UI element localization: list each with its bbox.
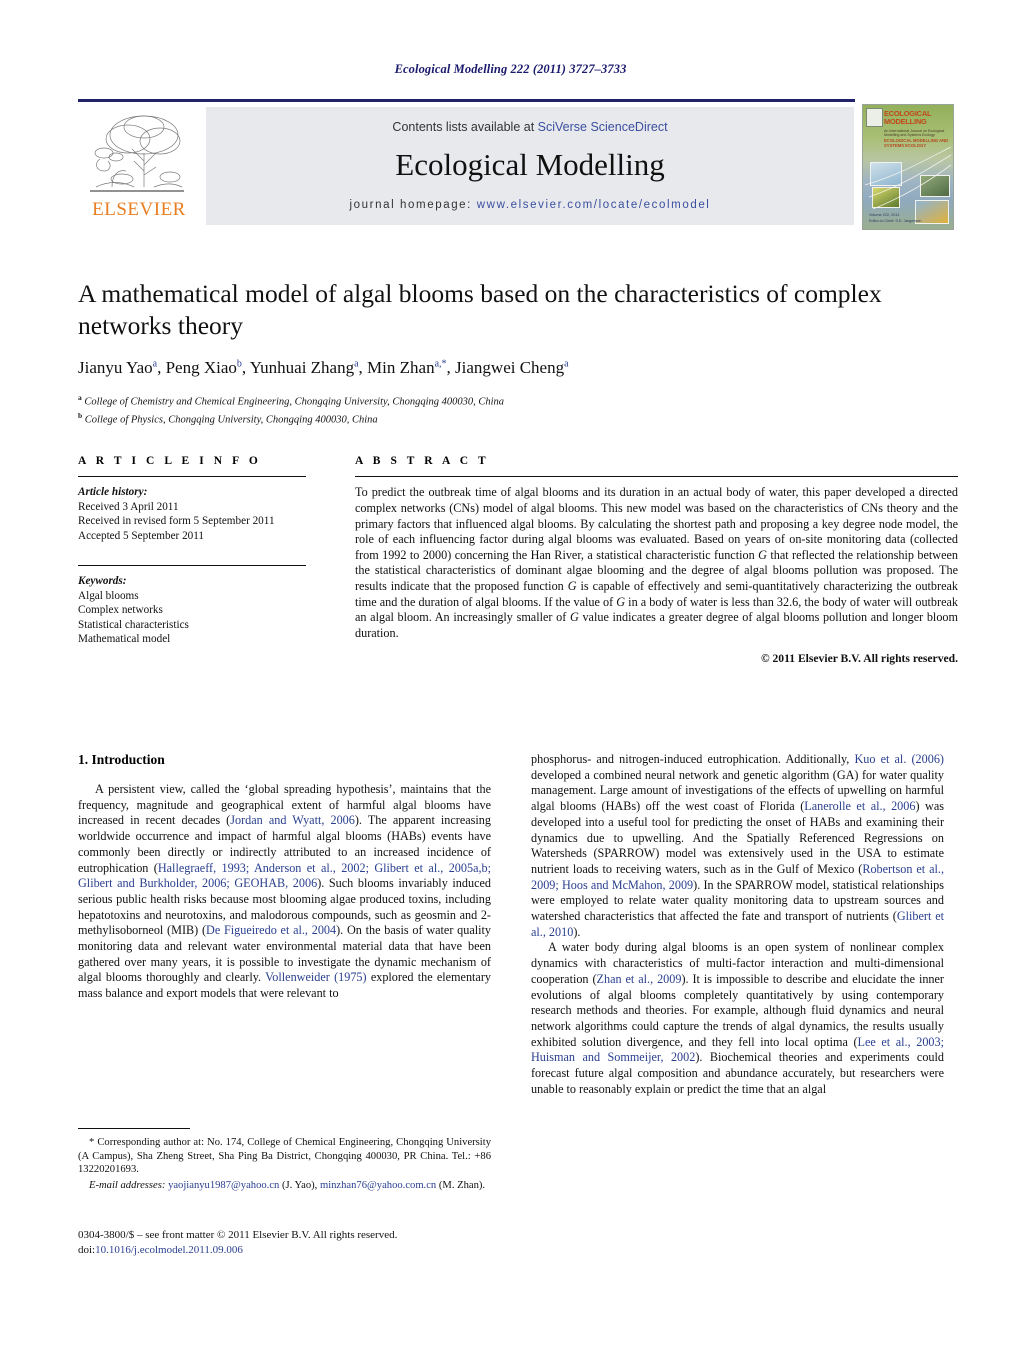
author-affil-mark: a (564, 358, 569, 370)
journal-banner: Contents lists available at SciVerse Sci… (206, 107, 854, 225)
author-entry[interactable]: Jianyu Yaoa (78, 358, 157, 377)
author-name: Min Zhan (367, 358, 435, 377)
citation-link[interactable]: De Figueiredo et al., 2004 (206, 923, 336, 937)
author-affil-mark: b (236, 358, 242, 370)
email-link-2[interactable]: minzhan76@yahoo.com.cn (320, 1180, 436, 1191)
masthead-top-rule (78, 99, 855, 102)
journal-homepage-line: journal homepage: www.elsevier.com/locat… (206, 199, 854, 211)
history-item: Accepted 5 September 2011 (78, 529, 205, 542)
keywords-divider (78, 565, 306, 567)
affiliation-text: College of Chemistry and Chemical Engine… (84, 396, 505, 408)
keywords-group: Keywords: Algal blooms Complex networks … (78, 574, 306, 646)
abstract-symbol-g: G (616, 594, 626, 609)
abstract-copyright: © 2011 Elsevier B.V. All rights reserved… (760, 652, 958, 666)
body-column-right: phosphorus- and nitrogen-induced eutroph… (531, 752, 944, 1097)
cover-publisher-badge (866, 108, 883, 127)
homepage-prefix: journal homepage: (349, 199, 477, 211)
history-item: Received 3 April 2011 (78, 500, 179, 513)
article-history-label: Article history: (78, 486, 148, 499)
elsevier-wordmark: ELSEVIER (92, 199, 186, 220)
author-entry[interactable]: Min Zhana,* (367, 358, 446, 377)
page-title: A mathematical model of algal blooms bas… (78, 279, 882, 340)
affiliation-text: College of Physics, Chongqing University… (84, 414, 378, 426)
citation-link[interactable]: Lanerolle et al., 2006 (804, 799, 915, 813)
author-name: Jiangwei Cheng (455, 358, 565, 377)
sciencedirect-link[interactable]: SciVerse ScienceDirect (538, 120, 668, 134)
body-column-left: 1. Introduction A persistent view, calle… (78, 752, 491, 1002)
history-item: Received in revised form 5 September 201… (78, 515, 275, 528)
journal-title: Ecological Modelling (395, 147, 665, 182)
email-link-1[interactable]: yaojianyu1987@yahoo.cn (168, 1180, 279, 1191)
section-heading-introduction: 1. Introduction (78, 752, 165, 767)
citation-link[interactable]: Vollenweider (1975) (265, 970, 367, 984)
paragraph: A persistent view, called the ‘global sp… (78, 782, 491, 1002)
article-info-column: A R T I C L E I N F O Article history: R… (78, 455, 306, 646)
keyword-item: Mathematical model (78, 633, 171, 646)
citation-link[interactable]: Jordan and Wyatt, 2006 (230, 813, 355, 827)
author-affil-mark: a (152, 358, 158, 370)
affiliation-list: a College of Chemistry and Chemical Engi… (78, 391, 944, 427)
author-affil-mark: a,* (434, 358, 447, 370)
paragraph: A water body during algal blooms is an o… (531, 940, 944, 1097)
abstract-label: A B S T R A C T (355, 455, 490, 467)
footnote-rule (78, 1128, 190, 1130)
abstract-text: To predict the outbreak time of algal bl… (355, 485, 958, 641)
cover-subtitle: An International Journal on Ecological M… (884, 129, 945, 138)
journal-article-page: Ecological Modelling 222 (2011) 3727–373… (0, 0, 1021, 1351)
author-name: Yunhuai Zhang (249, 358, 355, 377)
abstract-symbol-g: G (567, 578, 577, 593)
doi-line: doi:10.1016/j.ecolmodel.2011.09.006 (78, 1243, 548, 1258)
cover-footer-line2: Editor-in-Chief: S.E. Jørgensen (869, 218, 922, 223)
doi-prefix: doi: (78, 1243, 96, 1256)
email-addresses-note: E-mail addresses: yaojianyu1987@yahoo.cn… (78, 1179, 491, 1192)
affiliation-mark: a (78, 393, 82, 402)
affiliation-item: b College of Physics, Chongqing Universi… (78, 409, 944, 427)
text-segment: ). (573, 924, 581, 939)
homepage-url-link[interactable]: www.elsevier.com/locate/ecolmodel (477, 199, 711, 211)
citation-link[interactable]: Kuo et al. (2006) (854, 752, 944, 766)
author-entry[interactable]: Peng Xiaob (166, 358, 242, 377)
running-head: Ecological Modelling 222 (2011) 3727–373… (394, 62, 627, 76)
corresponding-author-note: * Corresponding author at: No. 174, Coll… (78, 1137, 491, 1176)
contents-available-line: Contents lists available at SciVerse Sci… (206, 120, 854, 134)
journal-cover-thumbnail: ECOLOGICAL MODELLING An International Jo… (862, 104, 954, 230)
affiliation-item: a College of Chemistry and Chemical Engi… (78, 391, 944, 409)
paragraph: phosphorus- and nitrogen-induced eutroph… (531, 752, 944, 940)
keyword-item: Algal blooms (78, 589, 139, 602)
imprint-block: 0304-3800/$ – see front matter © 2011 El… (78, 1228, 548, 1257)
author-affil-mark: a (354, 358, 359, 370)
article-history-group: Article history: Received 3 April 2011 R… (78, 485, 306, 543)
journal-masthead: ELSEVIER Contents lists available at Sci… (78, 99, 944, 229)
affiliation-mark: b (78, 411, 83, 420)
email-label: E-mail addresses: (89, 1179, 166, 1191)
cover-title: ECOLOGICAL MODELLING (884, 109, 932, 127)
article-info-divider (78, 476, 306, 478)
footnote-block: * Corresponding author at: No. 174, Coll… (78, 1128, 491, 1192)
author-entry[interactable]: Yunhuai Zhanga (250, 358, 359, 377)
elsevier-tree-icon (82, 109, 192, 197)
cover-footer: Volume 222, 2011 Editor-in-Chief: S.E. J… (869, 213, 929, 224)
keyword-item: Complex networks (78, 604, 163, 617)
doi-link[interactable]: 10.1016/j.ecolmodel.2011.09.006 (95, 1244, 243, 1256)
issn-front-matter-line: 0304-3800/$ – see front matter © 2011 El… (78, 1229, 398, 1241)
article-info-label: A R T I C L E I N F O (78, 455, 262, 467)
email-owner-2: (M. Zhan). (436, 1179, 486, 1191)
author-name: Peng Xiao (165, 358, 237, 377)
citation-link[interactable]: Zhan et al., 2009 (597, 972, 682, 986)
contents-prefix: Contents lists available at (392, 120, 538, 134)
keywords-label: Keywords: (78, 575, 127, 588)
author-list: Jianyu Yaoa, Peng Xiaob, Yunhuai Zhanga,… (78, 358, 569, 377)
abstract-symbol-g: G (569, 610, 579, 625)
title-block: A mathematical model of algal blooms bas… (78, 278, 944, 427)
email-owner-1: (J. Yao), (279, 1179, 320, 1191)
author-name: Jianyu Yao (78, 358, 153, 377)
abstract-symbol-g: G (758, 547, 767, 562)
abstract-divider (355, 476, 958, 478)
elsevier-logo: ELSEVIER (78, 107, 200, 225)
abstract-column: A B S T R A C T To predict the outbreak … (355, 455, 958, 665)
keyword-item: Statistical characteristics (78, 618, 189, 631)
author-entry[interactable]: Jiangwei Chenga (455, 358, 569, 377)
text-segment: phosphorus- and nitrogen-induced eutroph… (531, 752, 855, 766)
